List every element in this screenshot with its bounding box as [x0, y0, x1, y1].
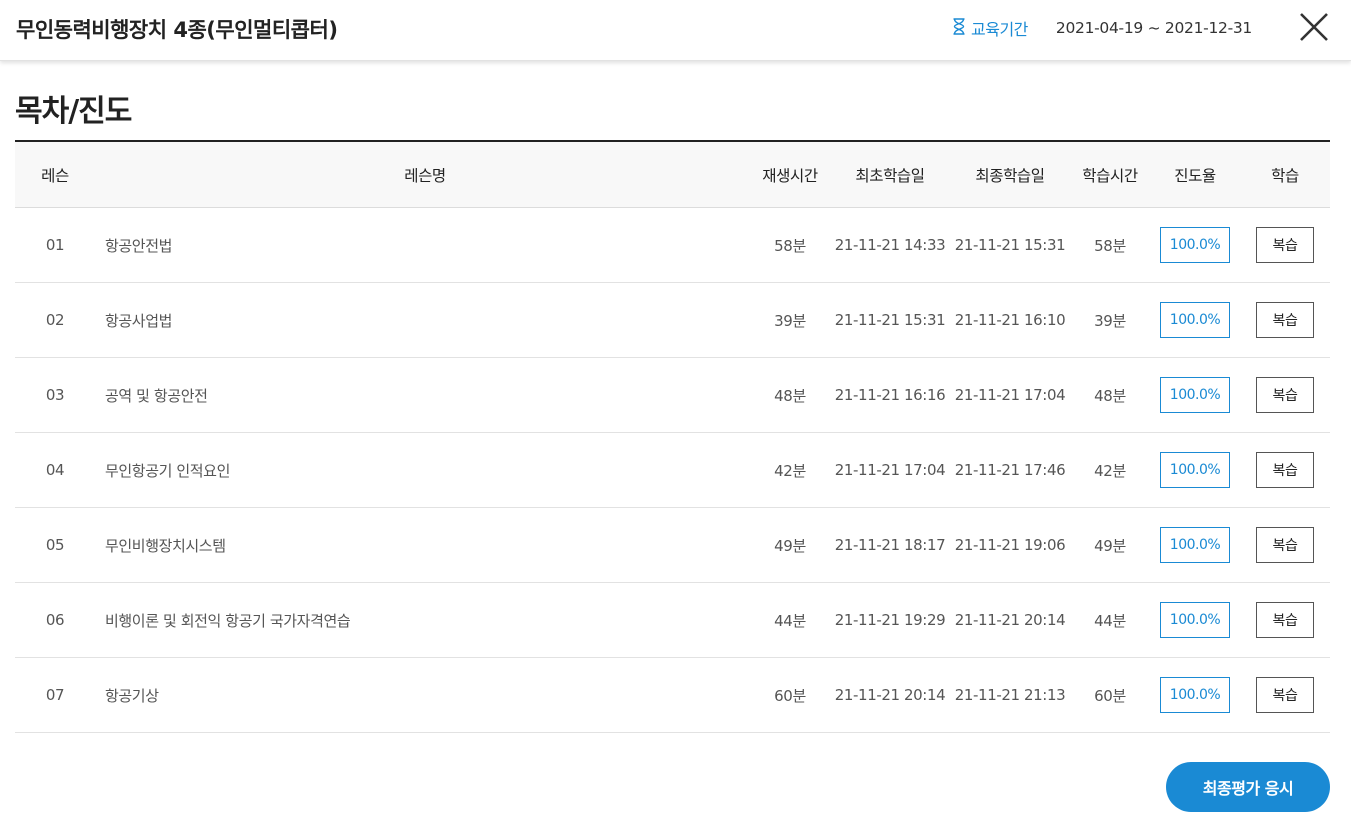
- column-header-study-time: 학습시간: [1082, 166, 1138, 185]
- column-header-name: 레슨명: [404, 166, 446, 185]
- play-time: 39분: [774, 311, 806, 330]
- period-label: 교육기간: [971, 20, 1028, 39]
- close-icon: [1300, 13, 1328, 41]
- study-time: 44분: [1094, 611, 1126, 630]
- play-time: 60분: [774, 686, 806, 705]
- progress-cell: 100.0%: [1150, 583, 1240, 657]
- play-time: 58분: [774, 236, 806, 255]
- study-time: 39분: [1094, 311, 1126, 330]
- study-cell: 복습: [1240, 658, 1330, 732]
- progress-cell: 100.0%: [1150, 358, 1240, 432]
- table-header: 레슨 레슨명 재생시간 최초학습일 최종학습일 학습시간 진도율 학습: [15, 142, 1330, 208]
- lesson-name: 무인비행장치시스템: [105, 536, 226, 555]
- close-button[interactable]: [1296, 9, 1332, 45]
- study-time: 60분: [1094, 686, 1126, 705]
- progress-rate: 100.0%: [1160, 227, 1230, 263]
- lesson-name: 무인항공기 인적요인: [105, 461, 230, 480]
- progress-rate: 100.0%: [1160, 677, 1230, 713]
- lesson-number: 03: [45, 386, 65, 404]
- modal-header: 무인동력비행장치 4종(무인멀티콥터) 교육기간 2021-04-19 ~ 20…: [0, 0, 1351, 61]
- table-row: 04 무인항공기 인적요인 42분 21-11-21 17:04 21-11-21 17…: [15, 433, 1330, 508]
- study-cell: 복습: [1240, 433, 1330, 507]
- column-header-play-time: 재생시간: [762, 166, 818, 185]
- lesson-number: 04: [45, 461, 65, 479]
- column-header-no: 레슨: [41, 166, 69, 185]
- review-button[interactable]: 복습: [1256, 602, 1314, 638]
- first-study-date: 21-11-21 14:33: [834, 236, 946, 254]
- lesson-name: 비행이론 및 회전익 항공기 국가자격연습: [105, 611, 351, 630]
- hourglass-icon: [952, 17, 966, 39]
- column-header-study: 학습: [1271, 166, 1299, 185]
- progress-cell: 100.0%: [1150, 433, 1240, 507]
- page-title: 목차/진도: [15, 94, 132, 129]
- study-cell: 복습: [1240, 358, 1330, 432]
- progress-cell: 100.0%: [1150, 283, 1240, 357]
- table-row: 05 무인비행장치시스템 49분 21-11-21 18:17 21-11-21 19:…: [15, 508, 1330, 583]
- period-range: 2021-04-19 ~ 2021-12-31: [1055, 19, 1252, 37]
- lesson-number: 02: [45, 311, 65, 329]
- column-header-last-date: 최종학습일: [975, 166, 1045, 185]
- study-time: 49분: [1094, 536, 1126, 555]
- study-cell: 복습: [1240, 508, 1330, 582]
- review-button[interactable]: 복습: [1256, 677, 1314, 713]
- first-study-date: 21-11-21 18:17: [834, 536, 946, 554]
- lesson-name: 항공안전법: [105, 236, 173, 255]
- progress-cell: 100.0%: [1150, 508, 1240, 582]
- last-study-date: 21-11-21 19:06: [954, 536, 1066, 554]
- review-button[interactable]: 복습: [1256, 527, 1314, 563]
- play-time: 49분: [774, 536, 806, 555]
- study-time: 58분: [1094, 236, 1126, 255]
- last-study-date: 21-11-21 20:14: [954, 611, 1066, 629]
- play-time: 42분: [774, 461, 806, 480]
- lesson-name: 공역 및 항공안전: [105, 386, 208, 405]
- study-time: 48분: [1094, 386, 1126, 405]
- lesson-name: 항공기상: [105, 686, 159, 705]
- study-cell: 복습: [1240, 208, 1330, 282]
- first-study-date: 21-11-21 20:14: [834, 686, 946, 704]
- progress-rate: 100.0%: [1160, 602, 1230, 638]
- table-body: 01 항공안전법 58분 21-11-21 14:33 21-11-21 15:31 58…: [15, 208, 1330, 733]
- progress-rate: 100.0%: [1160, 527, 1230, 563]
- review-button[interactable]: 복습: [1256, 302, 1314, 338]
- study-time: 42분: [1094, 461, 1126, 480]
- progress-rate: 100.0%: [1160, 302, 1230, 338]
- final-exam-button[interactable]: 최종평가 응시: [1166, 762, 1330, 812]
- lesson-number: 05: [45, 536, 65, 554]
- first-study-date: 21-11-21 15:31: [834, 311, 946, 329]
- review-button[interactable]: 복습: [1256, 227, 1314, 263]
- review-button[interactable]: 복습: [1256, 452, 1314, 488]
- progress-cell: 100.0%: [1150, 208, 1240, 282]
- lesson-number: 07: [45, 686, 65, 704]
- first-study-date: 21-11-21 19:29: [834, 611, 946, 629]
- last-study-date: 21-11-21 17:46: [954, 461, 1066, 479]
- first-study-date: 21-11-21 17:04: [834, 461, 946, 479]
- lesson-name: 항공사업법: [105, 311, 173, 330]
- lesson-number: 01: [45, 236, 65, 254]
- course-title: 무인동력비행장치 4종(무인멀티콥터): [16, 18, 338, 42]
- play-time: 44분: [774, 611, 806, 630]
- last-study-date: 21-11-21 16:10: [954, 311, 1066, 329]
- table-row: 06 비행이론 및 회전익 항공기 국가자격연습 44분 21-11-21 19:29…: [15, 583, 1330, 658]
- last-study-date: 21-11-21 15:31: [954, 236, 1066, 254]
- study-cell: 복습: [1240, 283, 1330, 357]
- education-period: 교육기간 2021-04-19 ~ 2021-12-31: [952, 17, 1252, 39]
- table-row: 07 항공기상 60분 21-11-21 20:14 21-11-21 21:13 60분…: [15, 658, 1330, 733]
- last-study-date: 21-11-21 21:13: [954, 686, 1066, 704]
- lesson-table: 레슨 레슨명 재생시간 최초학습일 최종학습일 학습시간 진도율 학습 01 항공…: [15, 140, 1330, 733]
- column-header-progress: 진도율: [1174, 166, 1216, 185]
- study-cell: 복습: [1240, 583, 1330, 657]
- first-study-date: 21-11-21 16:16: [834, 386, 946, 404]
- column-header-first-date: 최초학습일: [855, 166, 925, 185]
- progress-cell: 100.0%: [1150, 658, 1240, 732]
- table-row: 03 공역 및 항공안전 48분 21-11-21 16:16 21-11-21 17:…: [15, 358, 1330, 433]
- last-study-date: 21-11-21 17:04: [954, 386, 1066, 404]
- progress-rate: 100.0%: [1160, 377, 1230, 413]
- table-row: 02 항공사업법 39분 21-11-21 15:31 21-11-21 16:10 39…: [15, 283, 1330, 358]
- review-button[interactable]: 복습: [1256, 377, 1314, 413]
- progress-rate: 100.0%: [1160, 452, 1230, 488]
- play-time: 48분: [774, 386, 806, 405]
- lesson-number: 06: [45, 611, 65, 629]
- table-row: 01 항공안전법 58분 21-11-21 14:33 21-11-21 15:31 58…: [15, 208, 1330, 283]
